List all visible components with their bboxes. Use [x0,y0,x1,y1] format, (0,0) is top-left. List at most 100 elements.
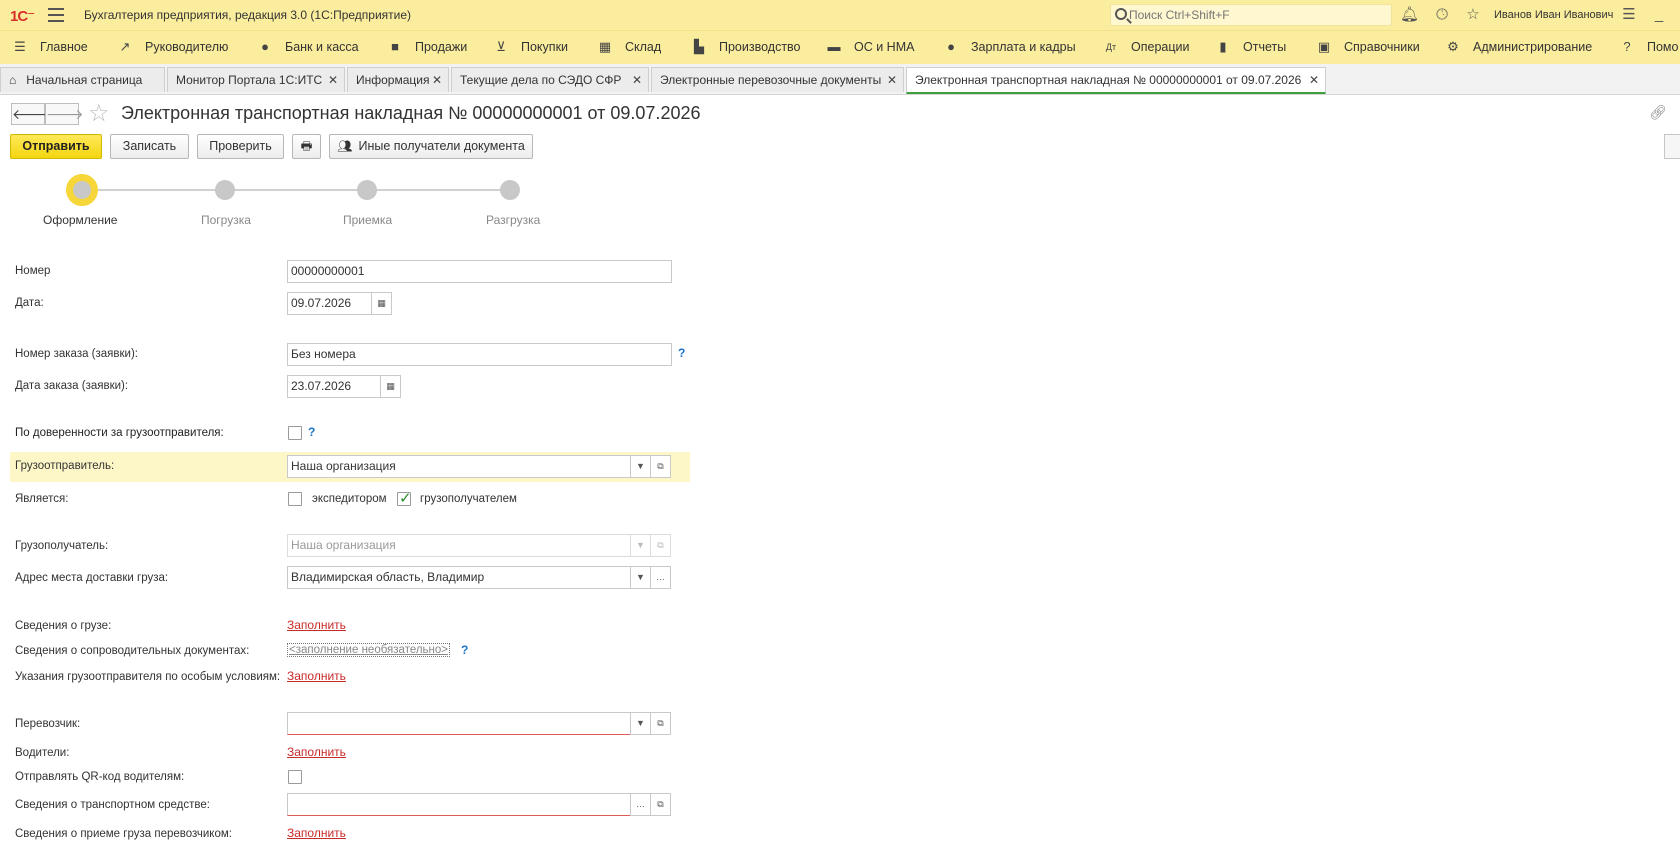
close-icon[interactable]: ✕ [1309,73,1319,87]
search-input[interactable] [1129,6,1387,24]
docs-help-icon[interactable]: ? [461,643,468,657]
special-conditions-fill-link[interactable]: Заполнить [287,669,346,683]
print-button[interactable]: 🖶︎ [292,134,321,159]
link-icon[interactable]: 🔗︎ [1649,104,1667,121]
minimize-icon[interactable]: _ [1650,6,1668,24]
close-icon[interactable]: ✕ [632,73,642,87]
section-references[interactable]: ▣ Справочники [1316,40,1420,55]
history-icon[interactable]: 🕓︎ [1433,6,1451,24]
consignee-checkbox[interactable] [397,489,412,507]
step-acceptance-dot[interactable] [357,180,377,200]
check-button[interactable]: Проверить [197,134,284,159]
sections-panel: ☰ Главное ↗ Руководителю ● Банк и касса ■ Пр… [0,30,1680,64]
user-name[interactable]: Иванов Иван Иванович [1494,9,1613,21]
calendar-icon[interactable]: ▦ [380,375,401,398]
proxy-help-icon[interactable]: ? [308,425,315,439]
cart-icon: ⊻ [496,39,506,54]
section-sales[interactable]: ■ Продажи [387,39,467,55]
more-icon[interactable]: … [630,793,651,816]
proxy-label: По доверенности за грузоотправителя: [15,427,224,439]
dropdown-arrow-icon[interactable]: ▼ [630,712,651,735]
calendar-icon[interactable]: ▦ [371,292,392,315]
page-title: Электронная транспортная накладная № 000… [121,103,701,123]
order-number-field[interactable]: Без номера [287,343,672,366]
tab-its-monitor[interactable]: Монитор Портала 1С:ИТС ✕ [167,67,345,92]
bell-icon[interactable]: 🔔︎ [1400,6,1419,24]
section-help[interactable]: ? Помо [1619,40,1678,55]
home-icon: ⌂ [9,73,17,87]
section-purchases[interactable]: ⊻ Покупки [493,39,568,55]
save-button[interactable]: Записать [110,134,189,159]
bars-icon: ▮ [1219,39,1227,54]
forwarder-checkbox[interactable] [288,492,302,506]
drivers-fill-link[interactable]: Заполнить [287,745,346,759]
order-number-help-icon[interactable]: ? [678,346,685,360]
dropdown-arrow-icon: ▼ [630,534,651,557]
acceptance-fill-link[interactable]: Заполнить [287,826,346,840]
dropdown-arrow-icon[interactable]: ▼ [630,455,651,478]
step-design-dot[interactable] [66,174,98,206]
tab-information[interactable]: Информация ✕ [347,67,449,92]
global-search[interactable] [1110,4,1392,26]
carrier-field[interactable] [287,712,632,735]
qr-code-checkbox[interactable] [288,770,302,784]
send-button[interactable]: Отправить [10,134,102,159]
section-bank[interactable]: ● Банк и касса [257,40,359,55]
shipper-field[interactable]: Наша организация [287,455,632,478]
tab-sedo-tasks[interactable]: Текущие дела по СЭДО СФР ✕ [451,67,649,92]
search-icon [1115,8,1127,20]
section-main[interactable]: ☰ Главное [12,39,88,55]
step-design-label[interactable]: Оформление [43,213,117,227]
section-director[interactable]: ↗ Руководителю [117,40,229,55]
section-admin[interactable]: ⚙ Администрирование [1445,39,1592,55]
open-icon[interactable]: ⧉ [650,793,671,816]
proxy-checkbox[interactable] [288,426,302,440]
settings-menu-icon[interactable]: ☰ [1620,6,1638,24]
tab-home[interactable]: ⌂ Начальная страница [0,67,165,92]
other-recipients-button[interactable]: 👥︎ Иные получатели документа [329,134,533,159]
close-icon[interactable]: ✕ [432,73,442,87]
favorite-star-icon[interactable]: ☆ [88,99,110,128]
carrier-label: Перевозчик: [15,718,81,730]
shipper-label: Грузоотправитель: [15,460,115,472]
vehicle-field[interactable] [287,793,632,816]
forward-button[interactable]: 🡒 [45,103,84,125]
steps-line [92,189,512,191]
close-icon[interactable]: ✕ [887,73,897,87]
open-icon[interactable]: ⧉ [650,712,671,735]
step-unloading-dot[interactable] [500,180,520,200]
back-button[interactable]: 🡐 [11,103,50,125]
app-logo[interactable]: 1С⁻ [10,7,35,25]
address-field[interactable]: Владимирская область, Владимир [287,566,632,589]
more-icon[interactable]: … [650,566,671,589]
close-icon[interactable]: ✕ [328,73,338,87]
bag-icon: ■ [391,39,399,54]
step-unloading-label[interactable]: Разгрузка [486,213,540,227]
section-assets[interactable]: ▬ ОС и НМА [826,40,915,55]
favorites-star-icon[interactable]: ☆ [1464,6,1482,24]
dropdown-arrow-icon[interactable]: ▼ [630,566,651,589]
order-date-field[interactable]: 23.07.2026 [287,375,382,398]
section-production[interactable]: ▙ Производство [691,40,801,55]
section-warehouse[interactable]: ▦ Склад [597,39,661,55]
side-panel-toggle[interactable] [1664,134,1680,159]
section-salary[interactable]: ● Зарплата и кадры [943,40,1076,55]
open-icon[interactable]: ⧉ [650,455,671,478]
section-reports[interactable]: ▮ Отчеты [1215,39,1286,55]
tab-e-transport-docs[interactable]: Электронные перевозочные документы ✕ [651,67,904,92]
number-field[interactable]: 00000000001 [287,260,672,283]
section-operations[interactable]: Дт Операции [1103,40,1190,54]
gear-icon: ⚙ [1447,39,1459,54]
main-menu-icon[interactable] [48,8,64,22]
date-field[interactable]: 09.07.2026 [287,292,372,315]
cargo-fill-link[interactable]: Заполнить [287,618,346,632]
docs-optional-link[interactable]: <заполнение необязательно> [287,643,451,657]
step-acceptance-label[interactable]: Приемка [343,213,392,227]
grid-icon: ▦ [598,39,612,54]
address-label: Адрес места доставки груза: [15,572,169,584]
menu-icon: ☰ [14,39,26,54]
order-date-label: Дата заказа (заявки): [15,380,129,392]
tab-current-document[interactable]: Электронная транспортная накладная № 000… [906,67,1326,94]
step-loading-label[interactable]: Погрузка [201,213,251,227]
step-loading-dot[interactable] [215,180,235,200]
